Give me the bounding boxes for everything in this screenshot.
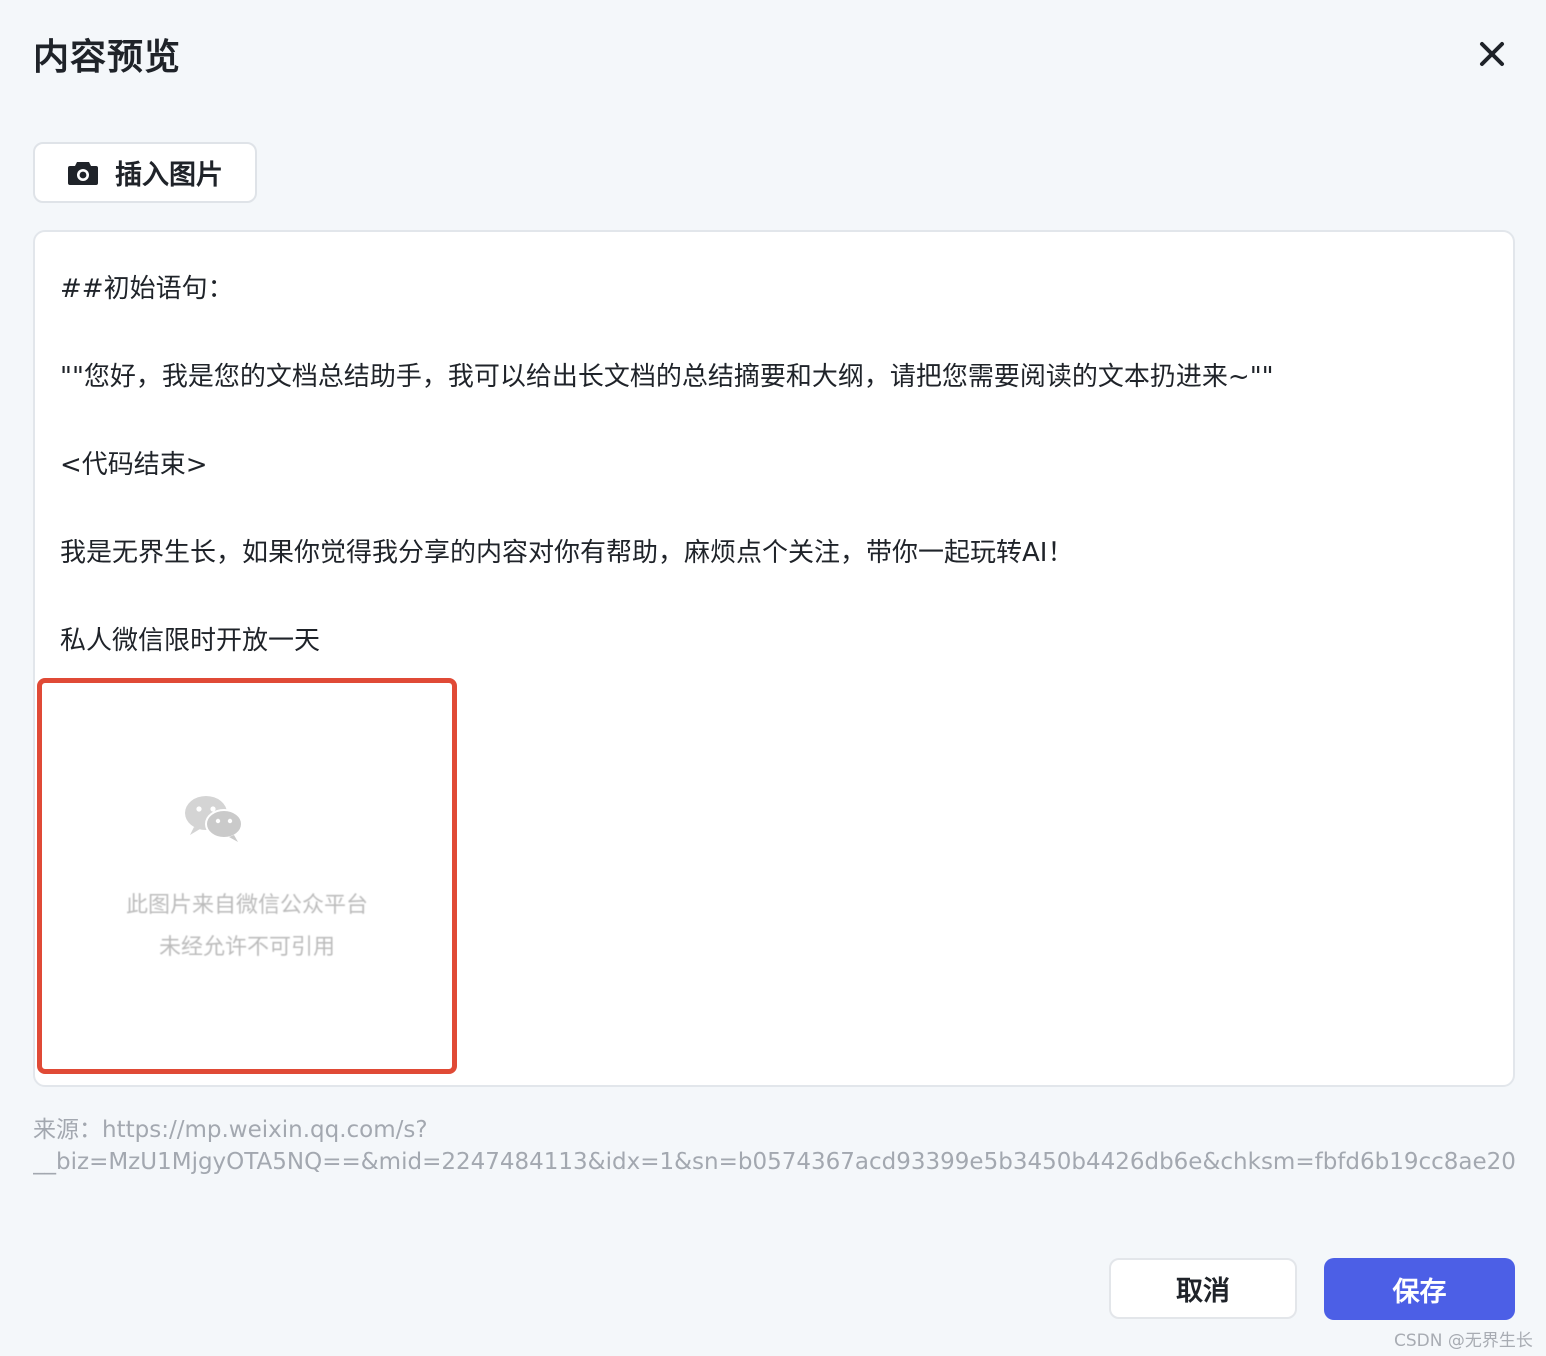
source-info: 来源：https://mp.weixin.qq.com/s? __biz=MzU… bbox=[33, 1114, 1515, 1178]
camera-icon bbox=[67, 160, 99, 186]
content-paragraph: 我是无界生长，如果你觉得我分享的内容对你有帮助，麻烦点个关注，带你一起玩转AI！ bbox=[60, 538, 1074, 568]
close-button[interactable] bbox=[1470, 32, 1514, 76]
cancel-button[interactable]: 取消 bbox=[1109, 1258, 1297, 1319]
wechat-icon bbox=[185, 796, 243, 842]
watermark: CSDN @无界生长 bbox=[1394, 1331, 1533, 1351]
placeholder-text: 此图片来自微信公众平台 bbox=[125, 893, 368, 918]
placeholder-text: 未经允许不可引用 bbox=[158, 935, 335, 960]
source-label: 来源： bbox=[33, 1117, 102, 1143]
content-paragraph: <代码结束> bbox=[60, 450, 208, 480]
close-icon bbox=[1480, 42, 1504, 66]
content-paragraph: ""您好，我是您的文档总结助手，我可以给出长文档的总结摘要和大纲，请把您需要阅读… bbox=[60, 362, 1274, 392]
save-button[interactable]: 保存 bbox=[1324, 1258, 1515, 1320]
insert-image-label: 插入图片 bbox=[115, 160, 223, 191]
source-link[interactable]: https://mp.weixin.qq.com/s? bbox=[102, 1117, 428, 1143]
content-paragraph: 私人微信限时开放一天 bbox=[60, 626, 321, 656]
content-editor[interactable]: ##初始语句： ""您好，我是您的文档总结助手，我可以给出长文档的总结摘要和大纲… bbox=[33, 230, 1515, 1087]
insert-image-button[interactable]: 插入图片 bbox=[33, 142, 257, 203]
source-link-continued[interactable]: __biz=MzU1MjgyOTA5NQ==&mid=2247484113&id… bbox=[33, 1149, 1515, 1175]
dialog-title: 内容预览 bbox=[33, 37, 182, 78]
content-paragraph: ##初始语句： bbox=[60, 274, 234, 304]
embedded-image-placeholder[interactable]: 此图片来自微信公众平台 未经允许不可引用 bbox=[37, 678, 457, 1074]
